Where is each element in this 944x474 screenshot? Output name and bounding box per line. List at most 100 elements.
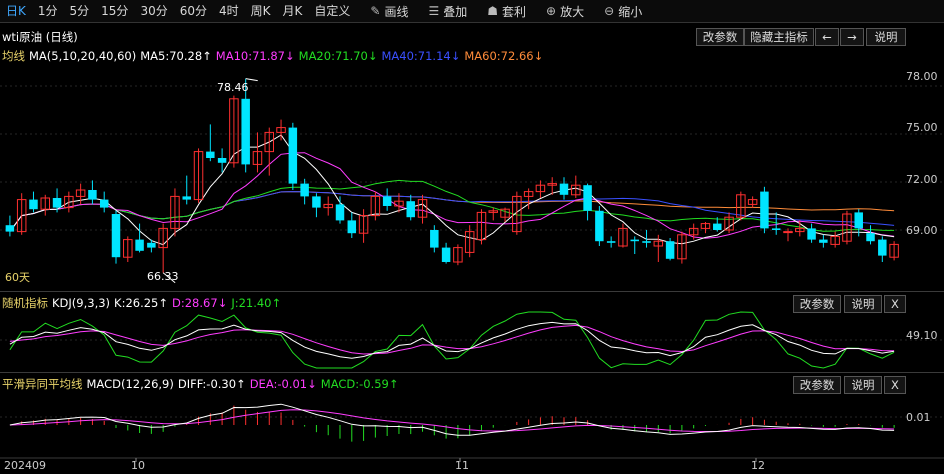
kdj-close-button[interactable]: X	[884, 295, 906, 313]
candle-body	[158, 227, 168, 249]
x-axis-label: 12	[751, 459, 765, 472]
candle-body	[866, 233, 875, 242]
zoom-in-icon: ⊕	[546, 4, 557, 18]
candle-body	[842, 213, 852, 242]
ma40-line	[9, 191, 895, 232]
period-tab-0[interactable]: 日K	[0, 0, 32, 22]
ma10-line	[9, 152, 895, 239]
candle-body	[382, 196, 392, 206]
candle-body	[182, 196, 191, 200]
candle-body	[747, 199, 758, 205]
kdj-k-line	[9, 321, 895, 359]
period-tab-3[interactable]: 15分	[95, 0, 134, 22]
ma20-value: MA20:71.70↓	[298, 48, 378, 63]
candle-body	[571, 184, 581, 196]
instrument-title: wti原油 (日线)	[2, 29, 78, 44]
candle-body	[217, 158, 227, 163]
x-axis-label: 202409	[4, 459, 46, 472]
kdj-d-value: D:28.67↓	[172, 295, 228, 310]
ma-params: MA(5,10,20,40,60)	[29, 48, 137, 63]
candle-body	[335, 204, 345, 221]
kdj-y-tick-label: 49.10	[906, 329, 938, 342]
high-price-label: 78.46	[217, 81, 249, 94]
tool-label: 画线	[384, 4, 409, 19]
candle-body	[123, 239, 133, 258]
candle-body	[523, 191, 534, 197]
tool-group: ✎ 画线 ☰ 叠加 ☗ 套利 ⊕ 放大 ⊖ 缩小	[360, 0, 642, 22]
x-axis-label: 10	[131, 459, 145, 472]
candle-body	[16, 199, 27, 233]
macd-params-button[interactable]: 改参数	[793, 376, 841, 394]
candle-body	[441, 247, 451, 262]
ma-legend: 均线 MA(5,10,20,40,60) MA5:70.28↑ MA10:71.…	[2, 46, 944, 65]
period-tab-4[interactable]: 30分	[134, 0, 173, 22]
ma60-line	[9, 191, 895, 232]
candle-body	[75, 189, 86, 197]
ma10-value: MA10:71.87↓	[215, 48, 295, 63]
kdj-help-button[interactable]: 说明	[844, 295, 882, 313]
main-params-button[interactable]: 改参数	[696, 28, 744, 46]
candle-body	[700, 223, 711, 229]
tool-label: 叠加	[443, 4, 468, 19]
candle-body	[99, 199, 109, 208]
candle-body	[713, 223, 722, 230]
toolbar: 日K 1分 5分 15分 30分 60分 4时 周K 月K 自定义 ✎ 画线 ☰ 叠加 ☗ 套利 ⊕ 放大 ⊖ 缩小	[0, 0, 944, 23]
period-tab-6[interactable]: 4时	[213, 0, 245, 22]
tool-label: 缩小	[618, 4, 643, 19]
period-tabs: 日K 1分 5分 15分 30分 60分 4时 周K 月K 自定义	[0, 0, 356, 22]
kdj-j-line	[9, 311, 895, 369]
low-marker	[162, 272, 176, 284]
kdj-params-button[interactable]: 改参数	[793, 295, 841, 313]
y-tick-label: 72.00	[906, 173, 938, 186]
hide-main-indicator-button[interactable]: 隐藏主指标	[744, 28, 814, 46]
candle-body	[5, 225, 15, 232]
period-tab-1[interactable]: 1分	[32, 0, 64, 22]
tool-layers-button[interactable]: ☰ 叠加	[428, 0, 467, 22]
macd-help-button[interactable]: 说明	[844, 376, 882, 394]
prev-indicator-button[interactable]: ←	[815, 28, 839, 46]
kdj-d-line	[9, 324, 895, 355]
high-marker	[245, 78, 258, 82]
candle-body	[206, 151, 215, 158]
candle-body	[358, 215, 369, 234]
tool-moneybag-button[interactable]: ☗ 套利	[487, 0, 526, 22]
candle-body	[111, 214, 121, 258]
period-tab-9[interactable]: 自定义	[308, 0, 356, 22]
candle-body	[241, 98, 250, 165]
tool-zoom-out-button[interactable]: ⊖ 缩小	[604, 0, 642, 22]
y-tick-label: 69.00	[906, 224, 938, 237]
candle-body	[370, 195, 381, 217]
candle-body	[276, 127, 286, 133]
kdj-params: KDJ(9,3,3)	[52, 295, 111, 310]
low-price-label: 66.33	[147, 270, 179, 283]
macd-close-button[interactable]: X	[884, 376, 906, 394]
period-tab-2[interactable]: 5分	[64, 0, 96, 22]
candle-body	[193, 151, 204, 201]
candle-body	[476, 211, 487, 241]
next-indicator-button[interactable]: →	[840, 28, 864, 46]
main-help-button[interactable]: 说明	[866, 28, 906, 46]
period-tab-5[interactable]: 60分	[174, 0, 213, 22]
candle-body	[229, 98, 239, 164]
tool-pencil-button[interactable]: ✎ 画线	[370, 0, 408, 22]
candle-body	[642, 241, 651, 243]
candle-body	[618, 227, 628, 247]
tool-zoom-in-button[interactable]: ⊕ 放大	[546, 0, 584, 22]
period-tab-7[interactable]: 周K	[245, 0, 277, 22]
ma40-value: MA40:71.14↓	[381, 48, 461, 63]
candle-body	[830, 235, 840, 245]
candle-body	[819, 239, 828, 243]
macd-y-tick-label: 0.01	[906, 411, 931, 424]
candle-body	[406, 201, 415, 218]
candle-body	[653, 240, 664, 247]
candle-body	[807, 228, 816, 240]
candle-body	[630, 239, 639, 242]
x-axis-label: 11	[455, 459, 469, 472]
ma-name: 均线	[2, 48, 25, 63]
candlestick-chart[interactable]: 78.00 75.00 72.00 69.00 49.10 0.01 20240…	[0, 0, 944, 474]
candle-body	[559, 183, 569, 195]
ma5-line	[9, 134, 895, 246]
period-tab-8[interactable]: 月K	[277, 0, 309, 22]
candle-body	[771, 228, 781, 230]
candle-body	[64, 195, 74, 209]
